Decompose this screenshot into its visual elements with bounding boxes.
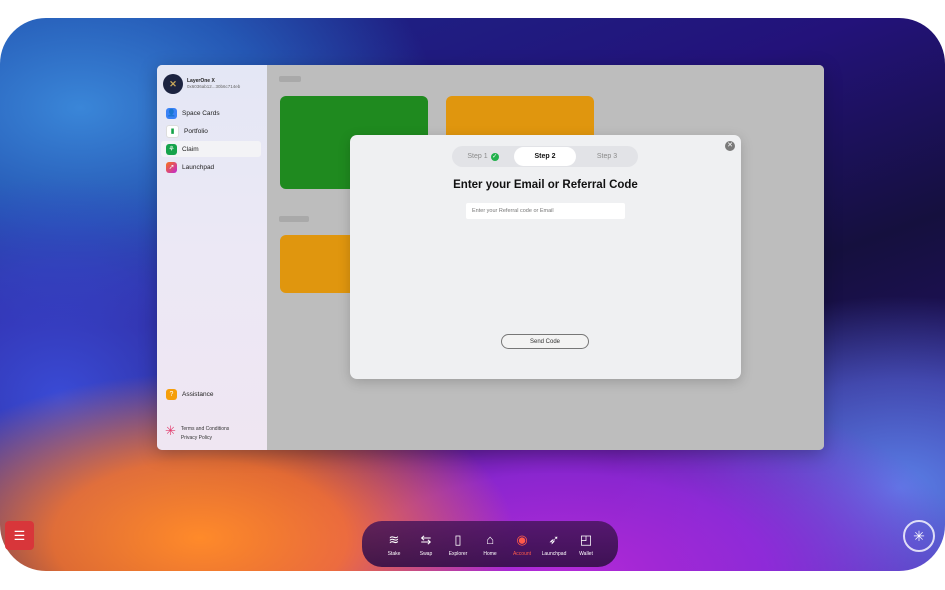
assistant-button[interactable]: ✳ bbox=[903, 520, 935, 552]
referral-modal: ✕ Step 1 ✓ Step 2 Step 3 Enter your Emai… bbox=[350, 135, 741, 379]
assistance-link[interactable]: ? Assistance bbox=[166, 389, 213, 400]
sidebar-item-label: Claim bbox=[182, 145, 199, 153]
step-1[interactable]: Step 1 ✓ bbox=[452, 147, 514, 166]
privacy-link[interactable]: Privacy Policy bbox=[181, 434, 229, 443]
section-title-placeholder bbox=[279, 76, 301, 82]
dock-label: Account bbox=[512, 550, 532, 557]
sidebar: ✕ LayerOne X 0x6036ab12...30b6c714eb 👤 S… bbox=[157, 65, 267, 450]
home-icon: ⌂ bbox=[486, 531, 494, 547]
dock-item-home[interactable]: ⌂ Home bbox=[474, 532, 506, 557]
sidebar-item-label: Space Cards bbox=[182, 109, 220, 117]
step-3[interactable]: Step 3 bbox=[576, 147, 638, 166]
sidebar-item-label: Portfolio bbox=[184, 127, 208, 135]
step-label: Step 3 bbox=[596, 153, 618, 160]
referral-email-input[interactable] bbox=[466, 203, 625, 219]
dock-label: Explorer bbox=[448, 550, 468, 557]
sidebar-item-portfolio[interactable]: ▮ Portfolio bbox=[161, 123, 261, 139]
section-title-placeholder bbox=[279, 216, 309, 222]
dock-item-swap[interactable]: ⇆ Swap bbox=[410, 532, 442, 557]
sidebar-item-launchpad[interactable]: ➚ Launchpad bbox=[161, 159, 261, 175]
dock-item-explorer[interactable]: ▯ Explorer bbox=[442, 532, 474, 557]
dock-item-wallet[interactable]: ◰ Wallet bbox=[570, 532, 602, 557]
check-icon: ✓ bbox=[490, 152, 499, 161]
send-code-button[interactable]: Send Code bbox=[501, 334, 589, 349]
user-icon: 👤 bbox=[166, 107, 177, 119]
help-icon: ? bbox=[166, 389, 177, 400]
sidebar-item-claim[interactable]: ⚘ Claim bbox=[161, 141, 261, 157]
sidebar-nav: 👤 Space Cards ▮ Portfolio ⚘ Claim ➚ Laun… bbox=[161, 105, 261, 177]
rocket-icon: ➶ bbox=[548, 531, 560, 547]
logo-icon: ✳ bbox=[165, 423, 176, 438]
terms-link[interactable]: Terms and Conditions bbox=[181, 425, 229, 434]
swap-icon: ⇆ bbox=[420, 531, 432, 547]
step-2[interactable]: Step 2 bbox=[514, 147, 576, 166]
step-label: Step 2 bbox=[534, 153, 556, 160]
dock-item-launchpad[interactable]: ➶ Launchpad bbox=[538, 532, 570, 557]
wallet-icon: ◰ bbox=[579, 531, 593, 547]
claim-icon: ⚘ bbox=[166, 143, 177, 155]
dock-label: Swap bbox=[419, 550, 433, 557]
avatar: ✕ bbox=[163, 74, 183, 94]
dock-label: Wallet bbox=[579, 550, 593, 557]
step-indicator: Step 1 ✓ Step 2 Step 3 bbox=[452, 146, 638, 167]
dock-label: Launchpad bbox=[541, 550, 567, 557]
bar-chart-icon: ▮ bbox=[166, 124, 179, 138]
profile[interactable]: ✕ LayerOne X 0x6036ab12...30b6c714eb bbox=[163, 74, 240, 94]
step-label: Step 1 bbox=[467, 153, 488, 160]
menu-button[interactable]: ☰ bbox=[5, 521, 34, 550]
sidebar-item-label: Launchpad bbox=[182, 163, 215, 171]
layers-icon: ≋ bbox=[388, 531, 400, 547]
hamburger-icon: ☰ bbox=[13, 527, 26, 543]
dock-label: Home bbox=[483, 550, 497, 557]
dock-item-stake[interactable]: ≋ Stake bbox=[378, 532, 410, 557]
assistance-label: Assistance bbox=[182, 391, 214, 398]
sparkle-icon: ✳ bbox=[913, 527, 925, 544]
close-icon[interactable]: ✕ bbox=[725, 141, 735, 151]
account-icon: ◉ bbox=[516, 531, 528, 547]
dock: ≋ Stake ⇆ Swap ▯ Explorer ⌂ Home ◉ Accou… bbox=[362, 521, 618, 567]
modal-title: Enter your Email or Referral Code bbox=[453, 179, 638, 191]
explorer-icon: ▯ bbox=[454, 531, 462, 547]
profile-address: 0x6036ab12...30b6c714eb bbox=[187, 84, 241, 89]
dock-item-account[interactable]: ◉ Account bbox=[506, 532, 538, 557]
dock-label: Stake bbox=[387, 550, 401, 557]
sidebar-item-space-cards[interactable]: 👤 Space Cards bbox=[161, 105, 261, 121]
rocket-icon: ➚ bbox=[166, 161, 177, 173]
legal-links: ✳ Terms and Conditions Privacy Policy bbox=[165, 423, 229, 443]
